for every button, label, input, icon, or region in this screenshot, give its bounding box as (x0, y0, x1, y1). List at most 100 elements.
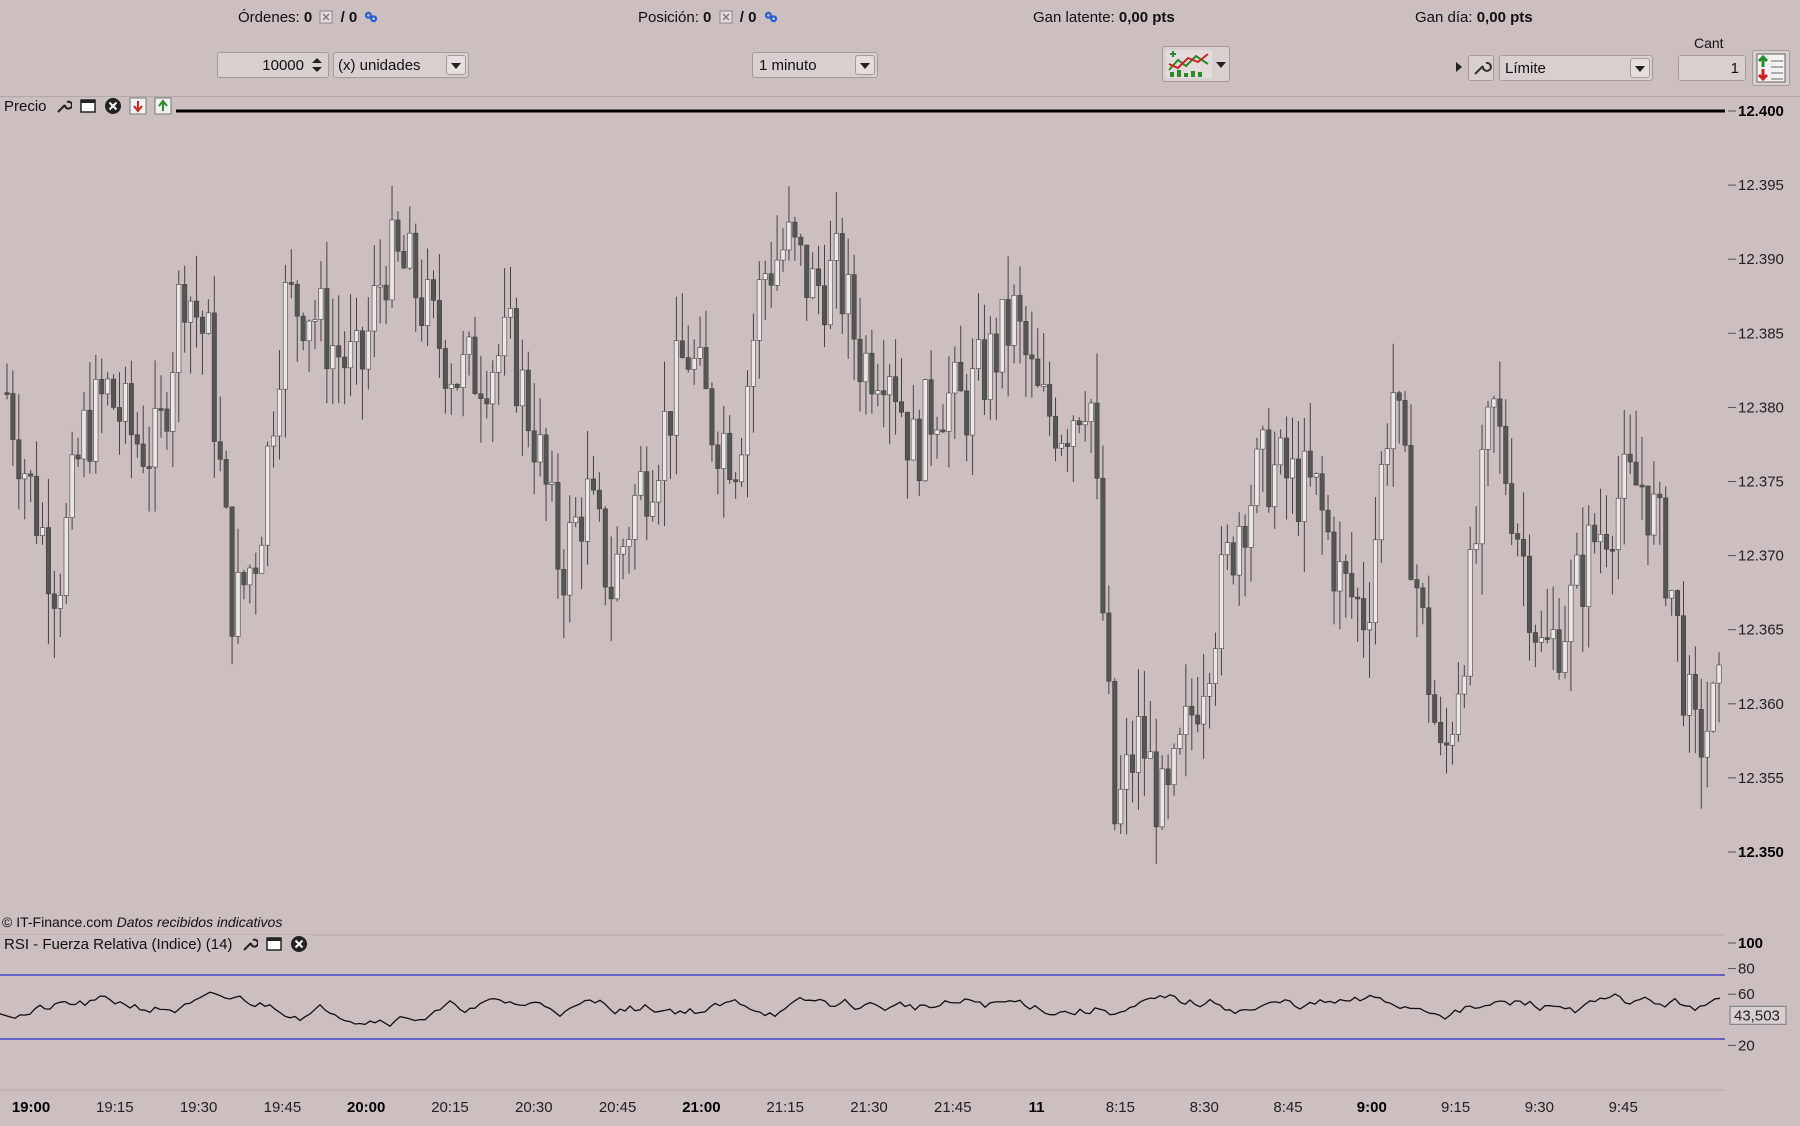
bear-candle (1396, 392, 1402, 401)
chart-tools-button[interactable] (1162, 46, 1230, 82)
rsi-tick-label: 100 (1738, 935, 1763, 952)
time-tick-label: 9:00 (1357, 1099, 1387, 1116)
time-tick-label: 21:00 (682, 1099, 720, 1116)
bear-candle (436, 300, 442, 349)
bear-candle (1266, 429, 1272, 508)
bull-candle (371, 285, 377, 332)
bull-candle (460, 354, 466, 388)
bull-candle (691, 358, 697, 370)
cancel-orders-icon[interactable] (319, 10, 333, 24)
bear-candle (134, 434, 140, 445)
bull-candle (1473, 543, 1479, 550)
bull-candle (537, 434, 543, 463)
bull-candle (987, 333, 993, 400)
close-icon[interactable] (290, 935, 308, 953)
bull-candle (697, 347, 703, 359)
bear-candle (1414, 579, 1420, 589)
order-book-button[interactable] (1752, 50, 1790, 86)
stepper-arrows-icon[interactable] (310, 55, 324, 75)
bear-candle (140, 443, 146, 467)
bear-candle (16, 439, 22, 480)
bull-candle (952, 361, 958, 394)
close-position-icon[interactable] (719, 10, 733, 24)
bull-candle (1704, 730, 1710, 758)
quantity-stepper[interactable]: 10000 (217, 52, 329, 78)
bull-candle (650, 501, 656, 517)
price-tick-label: 12.395 (1738, 177, 1784, 194)
bear-candle (34, 475, 40, 536)
bull-candle (1378, 464, 1384, 541)
order-book-icon (1756, 53, 1786, 83)
order-type-select[interactable]: Límite (1499, 55, 1653, 81)
wrench-icon (1474, 61, 1492, 75)
wrench-icon[interactable] (54, 97, 72, 115)
order-settings-button[interactable] (1468, 55, 1494, 81)
bull-candle (1177, 734, 1183, 749)
bull-candle (1479, 449, 1485, 545)
move-down-icon[interactable] (129, 97, 147, 115)
bear-candle (1580, 554, 1586, 607)
bear-candle (851, 274, 857, 340)
price-tick-label: 12.375 (1738, 474, 1784, 491)
bull-candle (1070, 420, 1076, 447)
status-bar: Órdenes: 0 / 0 Posición: 0 / 0 Gan laten… (0, 0, 1800, 35)
rsi-tick-label: 80 (1738, 961, 1755, 978)
bear-candle (199, 316, 205, 334)
bear-candle (211, 312, 217, 442)
bear-candle (1130, 754, 1136, 773)
bear-candle (359, 330, 365, 370)
bear-candle (342, 356, 348, 369)
close-icon[interactable] (104, 97, 122, 115)
orders-sep: / 0 (340, 9, 358, 26)
bull-candle (1201, 695, 1207, 725)
watermark-note: Datos recibidos indicativos (116, 914, 283, 930)
cant-input[interactable]: 1 (1678, 55, 1746, 81)
expand-arrow-icon[interactable] (1455, 61, 1463, 73)
bear-candle (1005, 299, 1011, 346)
bull-candle (122, 383, 128, 422)
bear-candle (596, 489, 602, 510)
window-icon[interactable] (265, 935, 283, 953)
bear-candle (869, 352, 875, 395)
bear-candle (1029, 354, 1035, 360)
chevron-down-icon[interactable] (1630, 58, 1650, 78)
bear-candle (1064, 443, 1070, 447)
unit-label: (x) unidades (338, 57, 421, 74)
bear-candle (288, 282, 294, 285)
bull-candle (93, 379, 99, 462)
bull-candle (620, 546, 626, 555)
timeframe-select[interactable]: 1 minuto (752, 52, 878, 78)
unit-select[interactable]: (x) unidades (333, 52, 469, 78)
price-chart[interactable]: 12.400 12.395 12.390 12.385 12.380 12.375 12.3… (0, 96, 1800, 1126)
bull-candle (448, 383, 454, 389)
position-value: 0 (703, 9, 712, 26)
bear-candle (816, 268, 822, 286)
position-settings-icon[interactable] (764, 10, 778, 24)
bear-candle (182, 284, 188, 323)
bear-candle (194, 300, 200, 318)
bear-candle (1526, 555, 1532, 633)
bear-candle (223, 459, 229, 508)
window-icon[interactable] (79, 97, 97, 115)
chevron-down-icon[interactable] (855, 55, 875, 75)
price-tick-label: 12.380 (1738, 399, 1784, 416)
bear-candle (881, 390, 887, 396)
bear-candle (87, 409, 93, 462)
bull-candle (1011, 295, 1017, 346)
bear-candle (1153, 751, 1159, 828)
chevron-down-icon[interactable] (1216, 61, 1226, 69)
move-up-icon[interactable] (154, 97, 172, 115)
wrench-icon[interactable] (240, 935, 258, 953)
bear-candle (709, 388, 715, 446)
orders-settings-icon[interactable] (364, 10, 378, 24)
bear-candle (1639, 484, 1645, 488)
bull-candle (750, 340, 756, 387)
bear-candle (1633, 461, 1639, 486)
bull-candle (306, 320, 312, 342)
chevron-down-icon[interactable] (446, 55, 466, 75)
bear-candle (964, 390, 970, 436)
bull-candle (976, 339, 982, 370)
bull-candle (614, 553, 620, 600)
bear-candle (733, 479, 739, 483)
bear-candle (253, 567, 259, 574)
